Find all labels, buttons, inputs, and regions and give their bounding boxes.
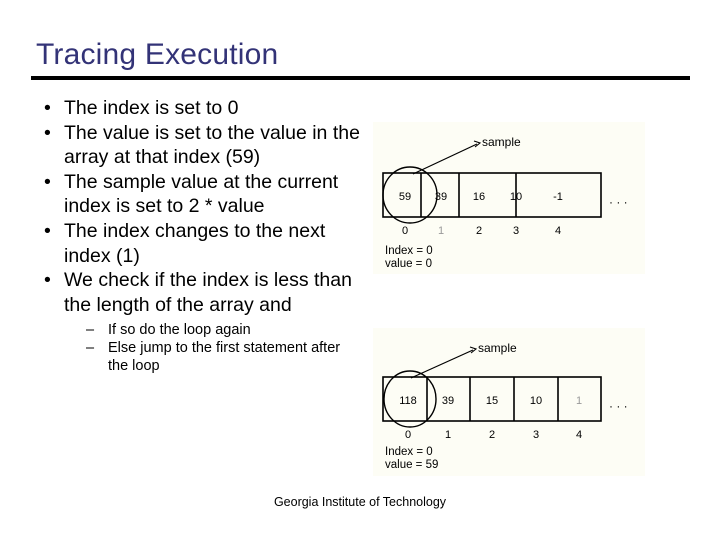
bullet-text: The index is set to 0	[64, 97, 239, 119]
sample-callout-label: sample	[482, 135, 521, 149]
slide-footer: Georgia Institute of Technology	[273, 495, 447, 509]
dash-marker-icon: –	[86, 340, 95, 357]
array-cell-value: 59	[399, 191, 411, 203]
sub-list-item: – If so do the loop again	[82, 321, 361, 339]
array-cell-value: 39	[435, 191, 447, 203]
array-index-label: 4	[576, 429, 582, 441]
array-cell-value: 118	[399, 395, 417, 407]
sub-bullet-container: – If so do the loop again – Else jump to…	[82, 321, 361, 375]
value-status-text: value = 0	[385, 258, 432, 270]
array-diagram-before: sample 59 39 16 10 -1 · · · 0 1 2 3 4 In…	[373, 122, 645, 274]
page-title: Tracing Execution	[36, 38, 279, 71]
bullet-marker-icon: •	[44, 121, 51, 144]
bullet-text: We check if the index is less than the l…	[64, 269, 352, 316]
list-item: • The sample value at the current index …	[36, 170, 361, 219]
array-index-label: 4	[555, 225, 561, 237]
value-status-text: value = 59	[385, 459, 438, 471]
array-cell-value: 10	[510, 191, 522, 203]
array-cell-value: 16	[473, 191, 485, 203]
bullet-marker-icon: •	[44, 170, 51, 193]
array-index-label: 2	[489, 429, 495, 441]
array-index-label: 2	[476, 225, 482, 237]
array-index-label: 1	[445, 429, 451, 441]
bullet-text: The sample value at the current index is…	[64, 170, 339, 218]
array-index-label: 0	[405, 429, 411, 441]
dash-marker-icon: –	[86, 322, 95, 339]
index-status-text: Index = 0	[385, 446, 433, 458]
sample-callout-label: sample	[478, 341, 517, 355]
array-cell-value: 15	[486, 395, 498, 407]
array-outline	[382, 172, 602, 218]
array-cell-value: -1	[553, 191, 563, 203]
array-index-label: 3	[513, 225, 519, 237]
bullet-text: The index changes to the next index (1)	[64, 219, 326, 267]
array-diagram-after: sample 118 39 15 10 1 · · · 0 1 2 3 4 In…	[373, 328, 645, 476]
array-index-label: 1	[438, 225, 444, 237]
list-item: • The index is set to 0	[36, 96, 361, 121]
bullet-marker-icon: •	[44, 97, 51, 119]
array-continues-ellipsis: · · ·	[609, 195, 628, 209]
bullet-list-container: • The index is set to 0 • The value is s…	[36, 96, 361, 375]
list-item: • The value is set to the value in the a…	[36, 121, 361, 170]
bullet-list: • The index is set to 0 • The value is s…	[36, 96, 361, 375]
list-item: • The index changes to the next index (1…	[36, 219, 361, 268]
sub-bullet-text: Else jump to the first statement after t…	[108, 340, 341, 375]
list-item: • We check if the index is less than the…	[36, 268, 361, 375]
sub-bullet-text: If so do the loop again	[108, 322, 251, 339]
array-cell-value: 39	[442, 395, 454, 407]
index-status-text: Index = 0	[385, 245, 433, 257]
sub-list-item: – Else jump to the first statement after…	[82, 339, 361, 375]
bullet-marker-icon: •	[44, 219, 51, 242]
array-cell-value: 10	[530, 395, 542, 407]
bullet-marker-icon: •	[44, 269, 51, 292]
array-index-label: 3	[533, 429, 539, 441]
array-index-label: 0	[402, 225, 408, 237]
sub-bullet-list: – If so do the loop again – Else jump to…	[82, 321, 361, 375]
bullet-text: The value is set to the value in the arr…	[64, 121, 360, 169]
array-continues-ellipsis: · · ·	[609, 399, 628, 413]
title-divider	[31, 76, 690, 80]
array-cell-value: 1	[576, 395, 582, 407]
